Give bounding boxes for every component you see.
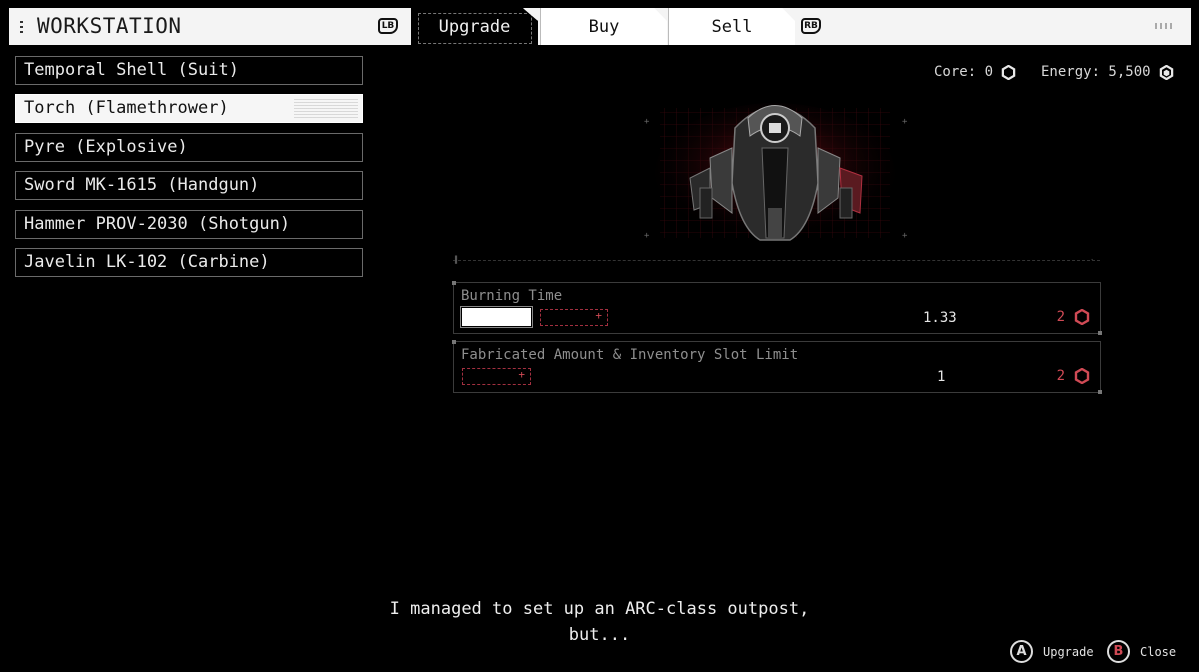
core-counter: Core: 0 <box>934 64 1016 80</box>
energy-counter: Energy: 5,500 <box>1041 64 1174 80</box>
decor-tick: · <box>1090 256 1095 264</box>
stat-row-fabricated-amount[interactable]: Fabricated Amount & Inventory Slot Limit… <box>452 340 1102 394</box>
stat-cost: 2 <box>1057 368 1090 384</box>
item-label: Sword MK-1615 (Handgun) <box>24 175 260 196</box>
prompt-label: Close <box>1140 644 1177 659</box>
close-prompt[interactable]: B Close <box>1107 640 1176 663</box>
dialogue-line: I managed to set up an ARC-class outpost… <box>389 599 810 619</box>
stat-label: Fabricated Amount & Inventory Slot Limit <box>461 347 799 363</box>
decor-dots <box>20 21 23 33</box>
decor-tick: ▌ <box>455 256 460 264</box>
prompt-label: Upgrade <box>1043 644 1094 659</box>
svg-text:+: + <box>902 231 908 241</box>
plus-icon: + <box>518 368 525 381</box>
energy-hex-icon <box>1159 64 1173 80</box>
tab-sell-label: Sell <box>711 16 753 37</box>
decor-dots <box>1155 23 1173 29</box>
energy-label: Energy: 5,500 <box>1041 64 1151 80</box>
item-label: Hammer PROV-2030 (Shotgun) <box>24 213 291 234</box>
upgrade-segment-filled <box>460 306 533 328</box>
stat-label: Burning Time <box>461 288 563 304</box>
weapon-preview-image: + + + + <box>644 103 908 243</box>
upgrade-prompt[interactable]: A Upgrade <box>1010 640 1094 663</box>
list-item-selected[interactable]: Torch (Flamethrower) <box>15 94 363 124</box>
core-hex-icon <box>1074 368 1090 384</box>
tab-upgrade-label: Upgrade <box>438 16 511 37</box>
item-label: Temporal Shell (Suit) <box>24 60 239 80</box>
page-title: WORKSTATION <box>37 14 182 38</box>
b-button-icon: B <box>1107 640 1130 663</box>
top-bar: WORKSTATION LB Upgrade Buy Sell RB <box>9 8 1191 45</box>
cost-amount: 2 <box>1056 368 1065 384</box>
core-hex-icon <box>1001 64 1016 80</box>
cost-amount: 2 <box>1056 309 1065 325</box>
svg-text:+: + <box>644 231 650 241</box>
lb-bumper-icon[interactable]: LB <box>378 18 398 34</box>
tab-buy[interactable]: Buy <box>540 8 667 45</box>
stat-cost: 2 <box>1057 309 1090 325</box>
list-item[interactable]: Javelin LK-102 (Carbine) <box>15 247 363 277</box>
list-item[interactable]: Pyre (Explosive) <box>15 132 363 162</box>
svg-text:+: + <box>644 117 650 127</box>
core-label: Core: 0 <box>934 64 994 80</box>
selection-decor <box>294 98 358 119</box>
item-label: Pyre (Explosive) <box>24 136 188 157</box>
item-label: Torch (Flamethrower) <box>24 98 229 119</box>
core-hex-icon <box>1074 309 1090 325</box>
upgrade-segment-empty: + <box>462 368 531 385</box>
item-list: Temporal Shell (Suit) Torch (Flamethrowe… <box>15 56 363 286</box>
tab-upgrade[interactable]: Upgrade <box>411 8 538 45</box>
item-label: Javelin LK-102 (Carbine) <box>24 251 270 272</box>
stat-value: 1.33 <box>923 310 957 326</box>
upgrade-segment-empty: + <box>540 309 608 326</box>
tab-buy-label: Buy <box>588 16 620 37</box>
a-button-icon: A <box>1010 640 1033 663</box>
list-item[interactable]: Sword MK-1615 (Handgun) <box>15 171 363 201</box>
list-item[interactable]: Hammer PROV-2030 (Shotgun) <box>15 209 363 239</box>
stat-row-burning-time[interactable]: Burning Time + 1.33 2 <box>452 281 1102 335</box>
list-item[interactable]: Temporal Shell (Suit) <box>15 56 363 85</box>
svg-text:+: + <box>902 117 908 127</box>
tab-sell[interactable]: Sell <box>668 8 795 45</box>
divider-line <box>453 260 1100 261</box>
rb-bumper-icon[interactable]: RB <box>801 18 821 34</box>
stat-value: 1 <box>937 369 946 385</box>
plus-icon: + <box>595 309 602 322</box>
